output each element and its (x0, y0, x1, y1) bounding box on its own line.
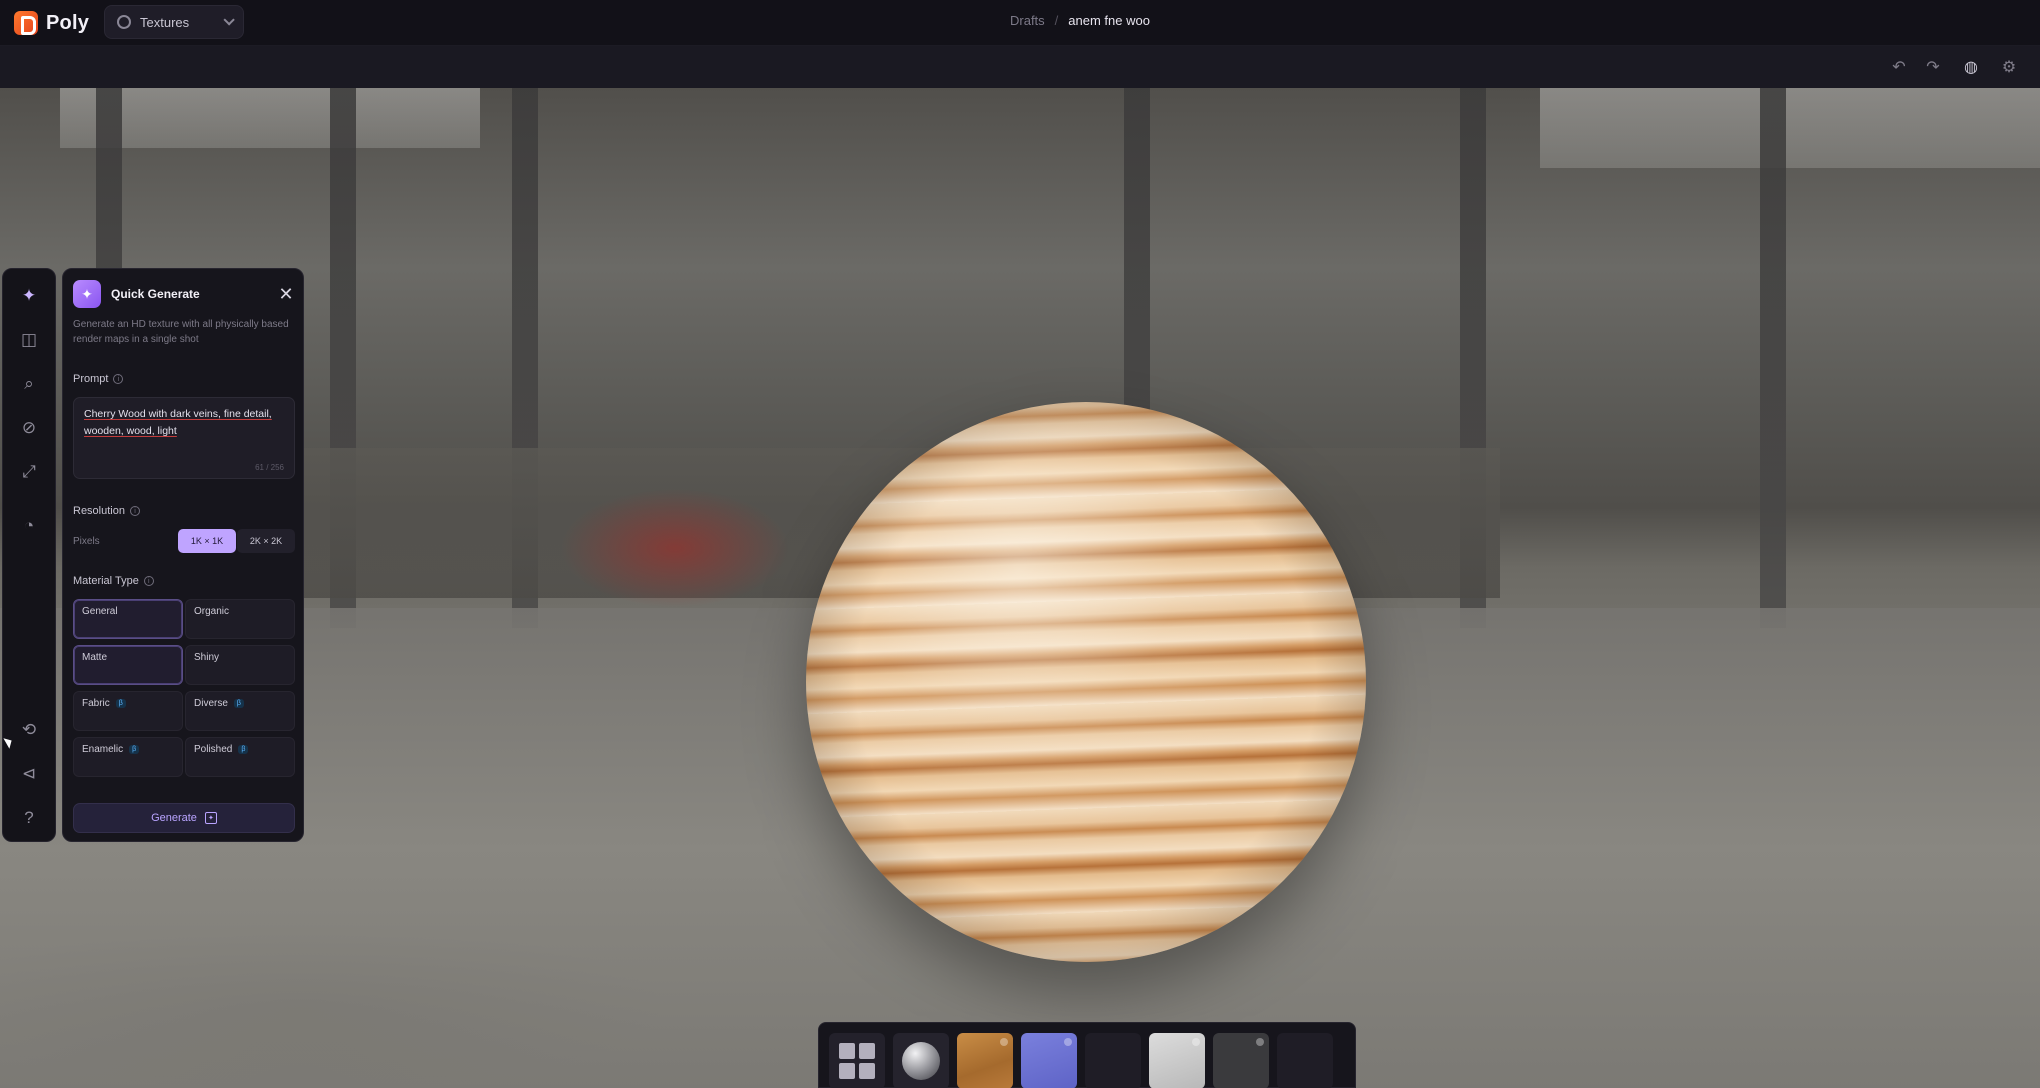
breadcrumb-current[interactable]: anem fne woo (1068, 13, 1150, 28)
preview-sphere-slot[interactable] (893, 1033, 949, 1088)
slot-indicator (1000, 1038, 1008, 1046)
material-type-diverse[interactable]: Diverse β (185, 691, 295, 731)
material-type-fabric[interactable]: Fabric β (73, 691, 183, 731)
beta-badge: β (233, 699, 244, 708)
material-type-label: Enamelic (82, 744, 124, 755)
slot-indicator (1256, 1038, 1264, 1046)
resolution-option-1k[interactable]: 1K × 1K (178, 529, 236, 553)
material-type-label: Polished (194, 744, 233, 755)
section-select[interactable]: Textures (104, 5, 244, 39)
brand[interactable]: Poly (14, 8, 89, 38)
material-slot-wood[interactable] (957, 1033, 1013, 1088)
expand-icon[interactable]: ⤢ (16, 459, 42, 485)
material-type-label: Matte (82, 652, 108, 663)
redo-icon[interactable]: ↷ (1922, 56, 1944, 78)
image-search-icon[interactable]: ⌕ (16, 371, 42, 397)
undo-icon[interactable]: ↶ (1888, 56, 1910, 78)
link-icon[interactable]: ⊘ (16, 415, 42, 441)
breadcrumb: Drafts / anem fne woo (1010, 13, 1150, 28)
grid-view-icon[interactable] (829, 1033, 885, 1088)
prompt-text[interactable]: Cherry Wood with dark veins, fine detail… (84, 406, 284, 440)
background-window (1540, 88, 2040, 168)
breadcrumb-separator: / (1054, 13, 1059, 28)
breadcrumb-drafts[interactable]: Drafts (1010, 13, 1045, 28)
layers-icon[interactable]: ◫ (16, 327, 42, 353)
panel-description: Generate an HD texture with all physical… (73, 319, 289, 345)
poly-logo-icon (14, 11, 38, 35)
material-type-general[interactable]: General (73, 599, 183, 639)
resolution-option-2k[interactable]: 2K × 2K (237, 529, 295, 553)
history-icon[interactable]: ⟲ (16, 717, 42, 743)
panel-header: ✦ Quick Generate ✕ (73, 279, 295, 309)
background-pillar (1760, 88, 1786, 628)
quick-generate-panel: ✦ Quick Generate ✕ Generate an HD textur… (62, 268, 304, 842)
beta-badge: β (129, 745, 140, 754)
panel-title: Quick Generate (111, 287, 200, 301)
material-slot-purple[interactable] (1021, 1033, 1077, 1088)
background-window (60, 88, 480, 148)
left-tool-rail: ✦ ◫ ⌕ ⊘ ⤢ ◔ ⟲ ⊲ ? (2, 268, 56, 842)
material-type-label: General (82, 606, 118, 617)
generate-button[interactable]: Generate ✦ (73, 803, 295, 833)
material-type-label: Diverse (194, 698, 228, 709)
megaphone-icon[interactable]: ⊲ (16, 761, 42, 787)
info-icon[interactable]: i (113, 374, 124, 384)
material-type-grid: General Organic Matte Shiny Fabric β Dive… (73, 599, 295, 777)
generate-button-label: Generate (151, 812, 197, 824)
prompt-input[interactable]: Cherry Wood with dark veins, fine detail… (73, 397, 295, 479)
material-preview-sphere[interactable] (806, 402, 1366, 962)
pixels-label: Pixels (73, 535, 100, 547)
prompt-char-count: 61 / 256 (255, 463, 284, 472)
resolution-label: Resolution i (73, 505, 140, 517)
material-type-label: Organic (194, 606, 230, 617)
brand-name: Poly (46, 11, 90, 34)
material-slot-dark[interactable] (1213, 1033, 1269, 1088)
sphere-icon (902, 1042, 940, 1080)
textures-icon (117, 15, 131, 29)
section-select-label: Textures (140, 14, 190, 30)
material-slot-empty[interactable] (1085, 1033, 1141, 1088)
material-type-polished[interactable]: Polished β (185, 737, 295, 777)
close-icon[interactable]: ✕ (277, 285, 295, 303)
material-type-shiny[interactable]: Shiny (185, 645, 295, 685)
prompt-label-text: Prompt (73, 373, 109, 385)
material-type-matte[interactable]: Matte (73, 645, 183, 685)
info-icon[interactable]: i (143, 576, 154, 586)
magic-wand-icon: ✦ (73, 280, 101, 308)
beta-badge: β (115, 699, 126, 708)
slot-indicator (1064, 1038, 1072, 1046)
slot-indicator (1192, 1038, 1200, 1046)
material-slot-empty[interactable] (1277, 1033, 1333, 1088)
material-type-label: Material Type i (73, 575, 154, 587)
help-icon[interactable]: ? (16, 805, 42, 831)
info-icon[interactable]: i (129, 506, 140, 516)
chevron-down-icon (223, 14, 235, 26)
beta-badge: β (238, 745, 249, 754)
material-tray (818, 1022, 1356, 1088)
material-type-label: Fabric (82, 698, 110, 709)
material-slot-white[interactable] (1149, 1033, 1205, 1088)
background-graffiti (560, 488, 790, 608)
material-type-enamelic[interactable]: Enamelic β (73, 737, 183, 777)
resolution-label-text: Resolution (73, 505, 125, 517)
viewport-toolbar: ↶ ↷ ◍ ⚙ (0, 46, 2040, 88)
material-type-label: Shiny (194, 652, 220, 663)
resolution-row: Pixels 1K × 1K 2K × 2K (73, 529, 295, 553)
top-bar: Poly Textures Drafts / anem fne woo (0, 0, 2040, 46)
magic-wand-icon[interactable]: ✦ (16, 283, 42, 309)
material-type-label-text: Material Type (73, 575, 139, 587)
3d-viewport[interactable] (0, 88, 2040, 1088)
environment-icon[interactable]: ◍ (1960, 56, 1982, 78)
palette-icon[interactable]: ◔ (16, 513, 42, 539)
material-type-organic[interactable]: Organic (185, 599, 295, 639)
generate-icon: ✦ (204, 812, 217, 824)
settings-icon[interactable]: ⚙ (1998, 56, 2020, 78)
prompt-label: Prompt i (73, 373, 124, 385)
